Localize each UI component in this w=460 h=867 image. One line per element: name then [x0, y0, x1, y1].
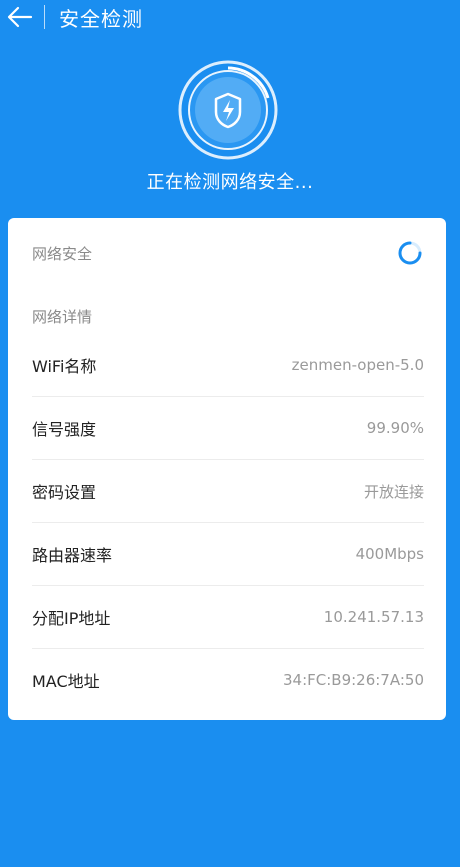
detail-key: 密码设置	[32, 483, 97, 502]
detail-key: 信号强度	[32, 420, 97, 439]
security-label: 网络安全	[32, 244, 93, 263]
detail-row-wifi-name: WiFi名称 zenmen-open-5.0	[32, 334, 424, 397]
back-button[interactable]	[0, 0, 40, 34]
scan-shield	[178, 60, 278, 160]
scan-status: 正在检测网络安全...	[146, 172, 314, 193]
detail-key: MAC地址	[32, 672, 100, 691]
arrow-left-icon	[7, 6, 33, 28]
security-row: 网络安全	[32, 236, 424, 270]
detail-value: 10.241.57.13	[323, 608, 424, 626]
details-list: WiFi名称 zenmen-open-5.0 信号强度 99.90% 密码设置 …	[32, 334, 424, 711]
detail-key: WiFi名称	[32, 357, 97, 376]
app-bar: 安全检测	[0, 0, 460, 34]
detail-row-router-speed: 路由器速率 400Mbps	[32, 523, 424, 586]
detail-value: 400Mbps	[355, 545, 424, 563]
network-info-card: 网络安全 网络详情 WiFi名称 zenmen-open-5.0 信号强度 99…	[8, 218, 446, 720]
shield-lightning-icon	[178, 60, 278, 160]
detail-value: 开放连接	[363, 482, 424, 501]
title-divider	[44, 5, 45, 29]
detail-key: 分配IP地址	[32, 609, 111, 628]
detail-value: zenmen-open-5.0	[291, 356, 424, 374]
detail-row-password: 密码设置 开放连接	[32, 460, 424, 523]
loading-spinner-icon	[398, 241, 422, 265]
detail-row-signal: 信号强度 99.90%	[32, 397, 424, 460]
detail-key: 路由器速率	[32, 546, 113, 565]
detail-row-ip: 分配IP地址 10.241.57.13	[32, 586, 424, 649]
detail-value: 99.90%	[366, 419, 424, 437]
details-heading: 网络详情	[32, 308, 93, 326]
detail-row-mac: MAC地址 34:FC:B9:26:7A:50	[32, 649, 424, 711]
detail-value: 34:FC:B9:26:7A:50	[282, 671, 424, 689]
page-title: 安全检测	[59, 6, 143, 31]
